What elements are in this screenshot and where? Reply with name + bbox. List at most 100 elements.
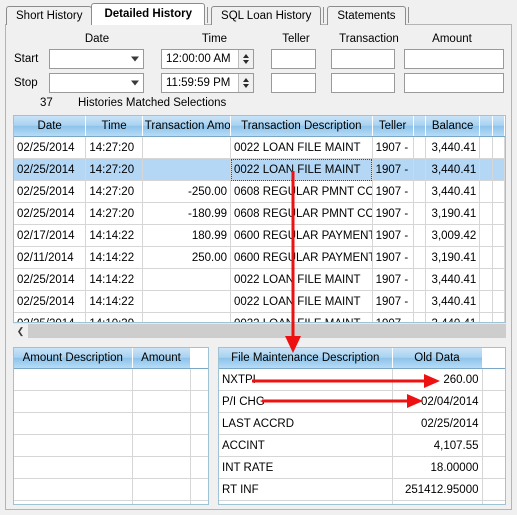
column-header-time[interactable]: Time	[85, 116, 143, 137]
tab-short-history[interactable]: Short History	[6, 6, 93, 25]
start-time-spinner[interactable]: 12:00:00 AM	[161, 49, 254, 69]
cell-time: 14:27:20	[85, 202, 143, 225]
cell-teller: 1907 -	[372, 180, 414, 203]
table-row[interactable]: 02/11/2014 14:14:22 250.00 0600 REGULAR …	[14, 246, 505, 269]
spin-up-icon[interactable]	[243, 54, 249, 58]
cell-balance: 3,190.41	[425, 246, 481, 269]
scroll-left-icon[interactable]: ❮	[13, 324, 28, 338]
chevron-down-icon	[131, 56, 139, 62]
start-teller-input[interactable]	[271, 49, 316, 69]
table-row-selected[interactable]: 02/25/2014 14:27:20 0022 LOAN FILE MAINT…	[14, 158, 505, 181]
table-row[interactable]: 02/25/2014 14:27:20 0022 LOAN FILE MAINT…	[14, 136, 505, 159]
cell-spacer-3	[492, 312, 505, 322]
table-row[interactable]: 02/25/2014 14:27:20 -180.99 0608 REGULAR…	[14, 202, 505, 225]
table-row[interactable]: 02/25/2014 14:14:22 0022 LOAN FILE MAINT…	[14, 268, 505, 291]
table-row[interactable]: P/I CHG 02/04/2014	[219, 390, 505, 413]
table-row[interactable]	[219, 500, 505, 504]
stop-time-spinner[interactable]: 11:59:59 PM	[161, 73, 254, 93]
start-transaction-input[interactable]	[331, 49, 395, 69]
column-header-spacer-2[interactable]	[479, 116, 493, 137]
table-row[interactable]	[14, 412, 208, 435]
cell-spacer	[482, 456, 505, 479]
tab-detailed-history[interactable]: Detailed History	[91, 3, 206, 25]
amount-grid[interactable]: Amount Description Amount	[13, 347, 209, 505]
column-header-maintenance-spacer[interactable]	[482, 348, 505, 369]
column-header-spacer-3[interactable]	[492, 116, 505, 137]
table-row[interactable]	[14, 390, 208, 413]
cell-spacer-2	[479, 202, 493, 225]
table-row[interactable]: ACCINT 4,107.55	[219, 434, 505, 457]
history-grid-hscrollbar[interactable]: ❮	[13, 323, 506, 338]
table-row[interactable]: INT RATE 18.00000	[219, 456, 505, 479]
table-row[interactable]	[14, 434, 208, 457]
spin-down-icon[interactable]	[243, 60, 249, 64]
column-header-transaction-amount[interactable]: Transaction Amount	[142, 116, 232, 137]
table-row[interactable]: 02/25/2014 14:14:22 0022 LOAN FILE MAINT…	[14, 290, 505, 313]
cell-description: 0608 REGULAR PMNT CORR	[230, 202, 373, 225]
cell-spacer-1	[413, 312, 426, 322]
cell-spacer-1	[413, 224, 426, 247]
cell-date: 02/11/2014	[14, 246, 87, 269]
table-row[interactable]: RT INF 251412.95000	[219, 478, 505, 501]
table-row[interactable]: 02/25/2014 14:10:39 0022 LOAN FILE MAINT…	[14, 312, 505, 322]
histories-count: 37	[40, 97, 53, 109]
cell-description: 0022 LOAN FILE MAINT	[230, 268, 373, 291]
cell-spacer-2	[479, 290, 493, 313]
column-header-amount-description[interactable]: Amount Description	[14, 348, 133, 369]
column-header-balance[interactable]: Balance	[425, 116, 481, 137]
stop-date-combobox[interactable]	[49, 73, 144, 93]
column-header-teller[interactable]: Teller	[372, 116, 414, 137]
stop-transaction-input[interactable]	[331, 73, 395, 93]
cell-amount: -180.99	[142, 202, 232, 225]
table-row[interactable]: LAST ACCRD 02/25/2014	[219, 412, 505, 435]
cell-spacer	[190, 500, 208, 504]
column-header-transaction-description[interactable]: Transaction Description	[230, 116, 373, 137]
stop-time-spin-buttons[interactable]	[238, 74, 253, 92]
spin-up-icon[interactable]	[243, 78, 249, 82]
table-row[interactable]: 02/17/2014 14:14:22 180.99 0600 REGULAR …	[14, 224, 505, 247]
column-header-amount[interactable]: Amount	[132, 348, 191, 369]
table-row[interactable]	[14, 456, 208, 479]
column-header-date[interactable]: Date	[14, 116, 87, 137]
spin-down-icon[interactable]	[243, 84, 249, 88]
start-date-combobox[interactable]	[49, 49, 144, 69]
table-row[interactable]	[14, 500, 208, 504]
cell-date: 02/25/2014	[14, 136, 87, 159]
status-line: 37 Histories Matched Selections	[6, 97, 511, 114]
cell-amount-description	[14, 434, 133, 457]
stop-amount-input[interactable]	[404, 73, 504, 93]
start-time-value[interactable]: 12:00:00 AM	[162, 53, 238, 65]
cell-amount	[132, 456, 191, 479]
cell-old-data: 4,107.55	[392, 434, 483, 457]
file-maintenance-grid[interactable]: File Maintenance Description Old Data NX…	[218, 347, 506, 505]
amount-table: Amount Description Amount	[14, 348, 208, 504]
cell-description: 0600 REGULAR PAYMENT	[230, 246, 373, 269]
cell-old-data	[392, 500, 483, 504]
table-row[interactable]	[14, 478, 208, 501]
history-grid[interactable]: Date Time Transaction Amount Transaction…	[13, 115, 506, 323]
column-header-file-maintenance-description[interactable]: File Maintenance Description	[219, 348, 393, 369]
cell-amount-description	[14, 500, 133, 504]
start-amount-input[interactable]	[404, 49, 504, 69]
column-header-spacer-1[interactable]	[413, 116, 426, 137]
stop-teller-input[interactable]	[271, 73, 316, 93]
cell-amount	[132, 368, 191, 391]
table-row[interactable]: 02/25/2014 14:27:20 -250.00 0608 REGULAR…	[14, 180, 505, 203]
start-time-spin-buttons[interactable]	[238, 50, 253, 68]
cell-description: 0608 REGULAR PMNT CORR	[230, 180, 373, 203]
column-header-old-data[interactable]: Old Data	[392, 348, 483, 369]
column-header-amount-spacer[interactable]	[190, 348, 208, 369]
hscroll-thumb[interactable]	[28, 324, 506, 338]
table-row[interactable]: NXTPI 260.00	[219, 368, 505, 391]
file-maintenance-table: File Maintenance Description Old Data NX…	[219, 348, 505, 504]
cell-date: 02/25/2014	[14, 290, 87, 313]
cell-spacer-1	[413, 158, 426, 181]
table-row[interactable]	[14, 368, 208, 391]
cell-time: 14:27:20	[85, 158, 143, 181]
stop-time-value[interactable]: 11:59:59 PM	[162, 77, 238, 89]
tab-statements[interactable]: Statements	[327, 6, 406, 25]
cell-spacer-2	[479, 158, 493, 181]
cell-balance: 3,440.41	[425, 268, 481, 291]
cell-amount	[132, 434, 191, 457]
tab-sql-loan-history[interactable]: SQL Loan History	[211, 6, 322, 25]
